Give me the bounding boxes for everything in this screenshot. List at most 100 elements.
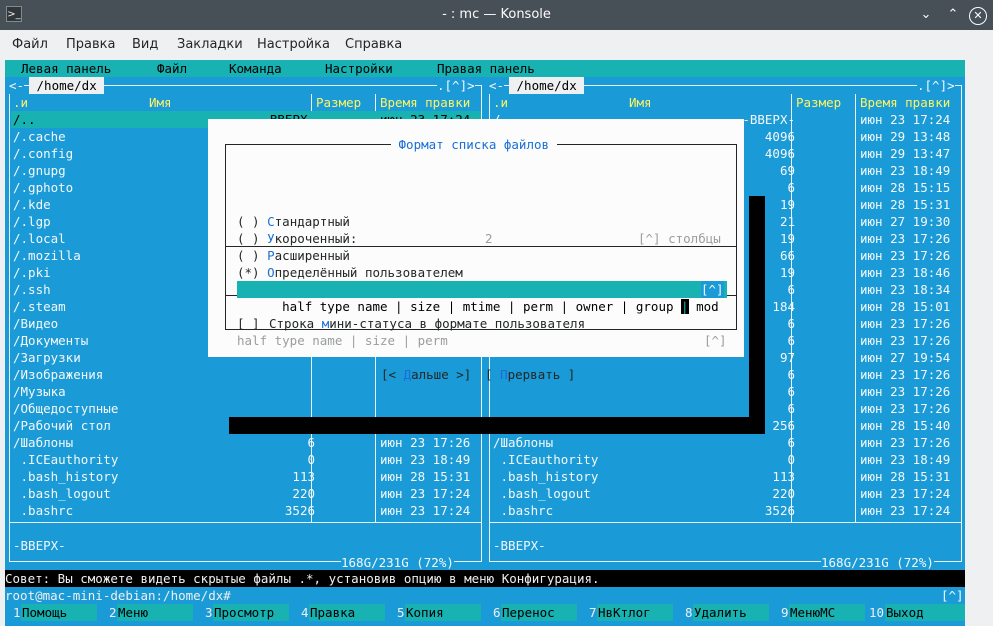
panel-corner-right[interactable]: .[^]> <box>917 77 955 94</box>
format-radio-2[interactable]: ( ) Расширенный <box>237 247 350 264</box>
file-row[interactable]: 6 июн 23 17:26 <box>491 400 961 417</box>
file-size: 220 <box>292 486 315 501</box>
file-row[interactable]: .ICEauthority 0 июн 23 18:49 <box>491 451 961 468</box>
panel-corner-right[interactable]: .[^]> <box>437 77 475 94</box>
file-name: .bash_history <box>493 469 599 484</box>
file-size: 6 <box>787 384 795 399</box>
header-size[interactable]: Размер <box>796 94 841 111</box>
columns-label[interactable]: [^] столбцы <box>638 230 721 247</box>
mc-menu-file[interactable]: Файл <box>157 60 187 77</box>
fkey-3[interactable]: 3 Просмотр <box>205 604 301 621</box>
file-name: /.config <box>13 146 74 161</box>
file-name: .ICEauthority <box>493 452 599 467</box>
prompt-history-button[interactable]: [^] <box>941 587 964 604</box>
window-titlebar[interactable]: >_ - : mc — Konsole ⌄ ⌃ ✕ <box>0 0 993 30</box>
file-mtime: июн 23 18:49 <box>860 452 951 467</box>
file-row[interactable]: .ICEauthority 0 июн 23 18:49 <box>11 451 481 468</box>
fkey-4[interactable]: 4 Правка <box>301 604 397 621</box>
menu-help[interactable]: Справка <box>345 37 402 52</box>
file-size: 19 <box>779 231 795 246</box>
file-row[interactable]: .bash_history 113 июн 28 15:31 <box>11 468 481 485</box>
mini-status-label[interactable]: Строка мини-статуса в формате пользовате… <box>269 315 585 332</box>
file-row[interactable]: .bashrc 3526 июн 23 17:24 <box>11 502 481 519</box>
radio-label: короченный: <box>274 231 358 246</box>
menu-view[interactable]: Вид <box>132 37 158 52</box>
header-sort[interactable]: .и <box>493 94 508 111</box>
file-row[interactable]: .bashrc 3526 июн 23 17:24 <box>491 502 961 519</box>
file-size: 0 <box>307 452 315 467</box>
file-row[interactable]: .bash_history 113 июн 28 15:31 <box>491 468 961 485</box>
next-button[interactable]: [< Дальше >] <box>381 366 471 383</box>
fkey-8[interactable]: 8 Удалить <box>685 604 781 621</box>
file-name: /.lgp <box>13 214 51 229</box>
cancel-button[interactable]: [ Прервать ] <box>485 366 575 383</box>
radio-label: тандартный <box>274 214 350 229</box>
header-name[interactable]: Имя <box>629 94 652 111</box>
fkey-1[interactable]: 1 Помощь <box>13 604 109 621</box>
header-mtime[interactable]: Время правки <box>860 94 950 111</box>
minimize-icon[interactable]: ⌄ <box>917 6 935 24</box>
terminal-scrollbar[interactable] <box>966 60 993 626</box>
header-name[interactable]: Имя <box>149 94 172 111</box>
file-name: /.ssh <box>13 282 51 297</box>
mini-status-input[interactable]: half type name | size | perm <box>237 332 448 349</box>
panel-corner-left[interactable]: <- <box>9 77 25 94</box>
file-row[interactable]: /Общедоступные <box>11 400 481 417</box>
mini-status-checkbox[interactable]: [ ] <box>237 315 260 332</box>
header-mtime[interactable]: Время правки <box>380 94 470 111</box>
radio-mark: ( ) <box>237 231 260 246</box>
mc-menu-right-panel[interactable]: Правая панель <box>437 60 535 77</box>
file-row[interactable]: /Шаблоны 6 июн 23 17:26 <box>11 434 481 451</box>
file-mtime: июн 28 15:31 <box>860 469 951 484</box>
panel-path[interactable]: /home/dx <box>509 77 585 94</box>
file-size: 69 <box>779 163 795 178</box>
file-name: /.gphoto <box>13 180 74 195</box>
fkey-7[interactable]: 7 НвКтлог <box>589 604 685 621</box>
fkey-6[interactable]: 6 Перенос <box>493 604 589 621</box>
fkey-2[interactable]: 2 Меню <box>109 604 205 621</box>
file-name: /Шаблоны <box>493 435 554 450</box>
fkey-label: Удалить <box>693 604 769 621</box>
panel-separator <box>9 522 482 523</box>
dialog-shadow <box>229 417 765 434</box>
panel-path[interactable]: /home/dx <box>29 77 105 94</box>
dialog-frame-right <box>736 144 737 329</box>
shell-prompt[interactable]: root@mac-mini-debian:/home/dx# <box>5 587 238 604</box>
file-mtime: июн 23 17:26 <box>860 316 951 331</box>
fkey-9[interactable]: 9 МенюМС <box>781 604 877 621</box>
mc-menu-left-panel[interactable]: Левая панель <box>21 60 111 77</box>
file-row[interactable]: 6 июн 23 17:26 <box>491 383 961 400</box>
fkey-label: МенюМС <box>789 604 865 621</box>
format-radio-0[interactable]: ( ) Стандартный <box>237 213 350 230</box>
panel-frame-right <box>961 85 962 561</box>
format-history-button[interactable]: [^] <box>701 281 724 298</box>
mc-menu-options[interactable]: Настройки <box>325 60 393 77</box>
close-icon[interactable]: ✕ <box>969 7 987 25</box>
file-row[interactable]: .bash_logout 220 июн 23 17:24 <box>491 485 961 502</box>
header-sort[interactable]: .и <box>13 94 28 111</box>
file-row[interactable]: /Музыка <box>11 383 481 400</box>
fkey-number: 2 <box>109 605 117 620</box>
fkey-label: Выход <box>885 604 965 621</box>
menu-settings[interactable]: Настройка <box>257 37 330 52</box>
columns-value[interactable]: 2 <box>485 230 493 247</box>
format-radio-1[interactable]: ( ) Укороченный: <box>237 230 357 247</box>
user-format-input[interactable]: half type name | size | mtime | perm | o… <box>237 281 727 314</box>
menu-edit[interactable]: Правка <box>66 37 115 52</box>
file-name: /.mozilla <box>13 248 81 263</box>
maximize-icon[interactable]: ⌃ <box>944 6 962 24</box>
fkey-10[interactable]: 10 Выход <box>869 604 965 621</box>
menu-bookmarks[interactable]: Закладки <box>177 37 243 52</box>
menu-file[interactable]: Файл <box>12 37 48 52</box>
file-row[interactable]: /Шаблоны 6 июн 23 17:26 <box>491 434 961 451</box>
file-row[interactable]: .bash_logout 220 июн 23 17:24 <box>11 485 481 502</box>
list-format-dialog[interactable]: Формат списка файлов ( ) Стандартный( ) … <box>208 119 744 382</box>
format-radio-3[interactable]: (*) Определённый пользователем <box>237 264 463 281</box>
header-size[interactable]: Размер <box>316 94 361 111</box>
file-mtime: июн 23 18:46 <box>860 265 951 280</box>
file-size: 113 <box>772 469 795 484</box>
mini-history-button[interactable]: [^] <box>704 332 727 349</box>
panel-corner-left[interactable]: <- <box>489 77 505 94</box>
mc-menu-command[interactable]: Команда <box>229 60 282 77</box>
fkey-5[interactable]: 5 Копия <box>397 604 493 621</box>
